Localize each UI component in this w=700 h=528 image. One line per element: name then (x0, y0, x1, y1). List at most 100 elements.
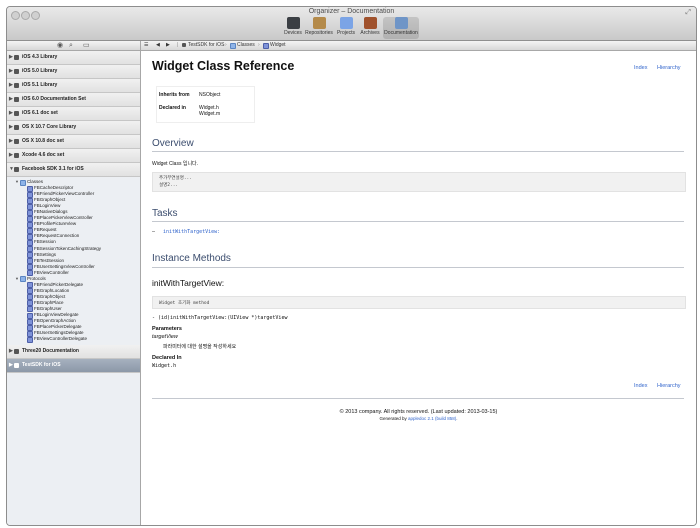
toolbar-archives-label: Archives (360, 30, 380, 36)
archives-icon (363, 17, 377, 29)
overview-text: Widget Class 입니다. (152, 161, 199, 167)
fullscreen-icon[interactable]: ⤢ (685, 9, 691, 17)
bottom-index-link[interactable]: Index (634, 383, 647, 389)
window-title: Organizer – Documentation (308, 8, 395, 15)
library-facebook-sdk[interactable]: ▼ Facebook SDK 3.1 for iOS (7, 163, 140, 177)
library-icon (14, 153, 19, 158)
library-item[interactable]: ▶ TestSDK for iOS (7, 359, 140, 374)
library-label: iOS 5.1 Library (22, 82, 58, 88)
toolbar-devices-label: Devices (284, 30, 302, 36)
declared-value-m: Widget.m (199, 111, 221, 117)
library-icon (14, 111, 19, 116)
library-icon (14, 125, 19, 130)
eye-icon[interactable]: ◉ (57, 41, 63, 50)
method-description: Widget 초기화 method (159, 301, 210, 306)
disclosure-closed-icon[interactable]: ▶ (9, 149, 13, 162)
tree-protocol-item[interactable]: FBViewControllerDelegate (7, 336, 140, 343)
toolbar-devices-button[interactable]: Devices (283, 17, 303, 39)
book-icon[interactable]: ▭ (83, 41, 90, 50)
footer-generated: Generated by appledoc 2.1 (build 858). (141, 416, 696, 421)
toolbar-archives-button[interactable]: Archives (359, 17, 381, 39)
repositories-icon (312, 17, 326, 29)
library-label: iOS 6.0 Documentation Set (22, 96, 86, 102)
crumb-chevron-icon: › (258, 42, 260, 48)
library-label: iOS 6.1 doc set (22, 110, 58, 116)
disclosure-closed-icon[interactable]: ▶ (9, 121, 13, 134)
breadcrumb-widget[interactable]: Widget (270, 41, 286, 50)
toolbar-documentation-label: Documentation (384, 30, 418, 36)
footer-generated-prefix: Generated by (379, 416, 407, 421)
library-label: iOS 4.3 Library (22, 54, 58, 60)
breadcrumb-library[interactable]: TestSDK for iOS (188, 41, 224, 50)
overview-heading: Overview (152, 138, 194, 149)
library-crumb-icon (182, 43, 186, 47)
library-item[interactable]: ▶ iOS 6.0 Documentation Set (7, 93, 140, 107)
library-icon (14, 363, 19, 369)
library-icon (14, 83, 19, 88)
task-bullet: – (152, 229, 156, 235)
disclosure-closed-icon[interactable]: ▶ (9, 345, 13, 358)
disclosure-closed-icon[interactable]: ▶ (9, 51, 13, 64)
library-label: Xcode 4.6 doc set (22, 152, 65, 158)
library-item[interactable]: ▶ iOS 6.1 doc set (7, 107, 140, 121)
breadcrumb-classes[interactable]: Classes (237, 41, 255, 50)
library-icon (14, 97, 19, 102)
search-icon[interactable]: ⌕ (69, 41, 73, 50)
disclosure-closed-icon[interactable]: ▶ (9, 359, 13, 372)
appledoc-link[interactable]: appledoc 2.1 (build 858) (408, 416, 456, 421)
footer-divider (152, 398, 684, 399)
index-link[interactable]: Index (634, 65, 647, 71)
tree-item-label: FBViewControllerDelegate (34, 336, 87, 342)
hierarchy-link[interactable]: Hierarchy (657, 65, 681, 71)
library-icon (14, 167, 19, 172)
toolbar-projects-button[interactable]: Projects (335, 17, 357, 39)
toolbar-repositories-label: Repositories (305, 30, 333, 36)
toolbar-repositories-button[interactable]: Repositories (305, 17, 333, 39)
disclosure-closed-icon[interactable]: ▶ (9, 79, 13, 92)
library-label: Three20 Documentation (22, 348, 79, 355)
folder-crumb-icon (230, 43, 236, 49)
library-item[interactable]: ▶ iOS 4.3 Library (7, 51, 140, 65)
class-crumb-icon (263, 43, 269, 49)
back-icon[interactable]: ◀ (156, 41, 160, 50)
section-divider (152, 267, 684, 268)
crumb-chevron-icon: › (225, 42, 227, 48)
disclosure-closed-icon[interactable]: ▶ (9, 135, 13, 148)
declared-label: Declared in (159, 105, 186, 111)
library-label: iOS 5.0 Library (22, 68, 58, 74)
footer-copyright: © 2013 company. All rights reserved. (La… (339, 409, 498, 415)
toolbar-documentation-button[interactable]: Documentation (383, 17, 419, 39)
library-item[interactable]: ▶ iOS 5.0 Library (7, 65, 140, 79)
method-signature: - (id)initWithTargetView:(UIView *)targe… (152, 315, 288, 321)
disclosure-closed-icon[interactable]: ▶ (9, 65, 13, 78)
library-item[interactable]: ▶ Xcode 4.6 doc set (7, 149, 140, 163)
disclosure-closed-icon[interactable]: ▶ (9, 107, 13, 120)
instance-methods-heading: Instance Methods (152, 253, 231, 264)
library-item[interactable]: ▶ Three20 Documentation (7, 345, 140, 360)
projects-icon (339, 17, 353, 29)
protocol-icon (27, 336, 33, 343)
bottom-hierarchy-link[interactable]: Hierarchy (657, 383, 681, 389)
list-icon[interactable]: ☰ (144, 41, 148, 50)
section-divider (152, 221, 684, 222)
footer-generated-suffix: . (456, 416, 458, 421)
class-spec-table: Inherits from NSObject Declared in Widge… (156, 86, 255, 123)
task-init-with-target-view-link[interactable]: initWithTargetView: (163, 229, 220, 235)
disclosure-closed-icon[interactable]: ▶ (9, 93, 13, 106)
declared-in-value: Widget.h (152, 363, 177, 369)
library-item[interactable]: ▶ OS X 10.7 Core Library (7, 121, 140, 135)
sidebar-mode-bar: ◉ ⌕ ▭ (7, 41, 140, 51)
forward-icon[interactable]: ▶ (166, 41, 170, 50)
declared-in-label: Declared In (152, 355, 182, 361)
library-icon (14, 69, 19, 74)
crumb-separator: | (177, 42, 179, 48)
parameters-label: Parameters (152, 326, 182, 332)
library-item[interactable]: ▶ iOS 5.1 Library (7, 79, 140, 93)
library-label: OS X 10.8 doc set (22, 138, 64, 144)
overview-code-line: 설명2... (159, 183, 179, 188)
toolbar-projects-label: Projects (336, 30, 356, 36)
library-item[interactable]: ▶ OS X 10.8 doc set (7, 135, 140, 149)
documentation-icon (394, 17, 408, 29)
library-label: Facebook SDK 3.1 for iOS (22, 166, 84, 172)
param-name: targetView (152, 334, 178, 340)
